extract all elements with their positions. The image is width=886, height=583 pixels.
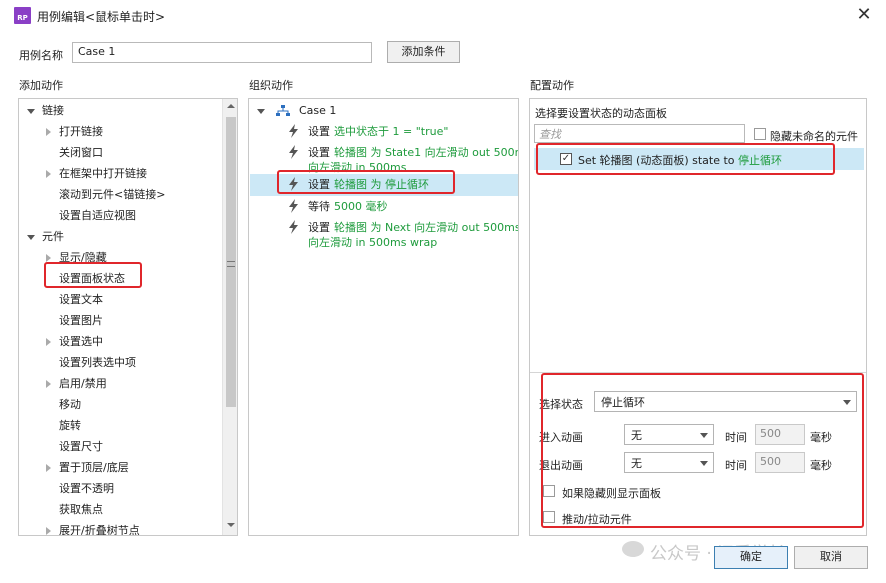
tree-item[interactable]: 旋转 — [46, 415, 81, 436]
add-condition-button[interactable]: 添加条件 — [387, 41, 460, 63]
action-verb: 设置 — [308, 221, 330, 234]
lightning-icon — [289, 199, 298, 213]
action-verb: 设置 — [308, 146, 330, 159]
cancel-button[interactable]: 取消 — [794, 546, 868, 569]
tree-item-label: 设置不透明 — [59, 482, 114, 495]
action-detail: 5000 毫秒 — [334, 200, 388, 213]
tree-item[interactable]: 关闭窗口 — [46, 142, 103, 163]
tree-item[interactable]: 在框架中打开链接 — [46, 163, 147, 184]
tree-item-label: 启用/禁用 — [59, 377, 107, 390]
action-verb: 设置 — [308, 125, 330, 138]
window-title: 用例编辑<鼠标单击时> — [37, 10, 166, 24]
tree-item-label: 链接 — [42, 104, 64, 117]
configure-actions-heading: 配置动作 — [530, 79, 574, 92]
tree-item-label: 获取焦点 — [59, 503, 103, 516]
tree-item[interactable]: 设置列表选中项 — [46, 352, 136, 373]
tree-group[interactable]: 元件 — [27, 226, 64, 247]
tree-item[interactable]: 设置图片 — [46, 310, 103, 331]
tree-item[interactable]: 设置选中 — [46, 331, 103, 352]
axure-app-icon: RP — [14, 7, 31, 24]
action-detail-continued: 向左滑动 in 500ms wrap — [308, 236, 438, 249]
tree-item[interactable]: 设置自适应视图 — [46, 205, 136, 226]
expand-icon[interactable] — [46, 464, 51, 472]
action-verb: 等待 — [308, 200, 330, 213]
tree-item-label: 设置列表选中项 — [59, 356, 136, 369]
collapse-icon[interactable] — [27, 234, 35, 240]
tree-item-label: 设置文本 — [59, 293, 103, 306]
expand-icon[interactable] — [46, 527, 51, 535]
expand-icon[interactable] — [46, 254, 51, 262]
tree-item-label: 设置自适应视图 — [59, 209, 136, 222]
tree-group[interactable]: 链接 — [27, 100, 64, 121]
add-actions-tree: 链接 打开链接 关闭窗口 在框架中打开链接 滚动到元件<锚链接> 设置自适应视图 元件 显示/… — [18, 98, 238, 536]
tree-item[interactable]: 移动 — [46, 394, 81, 415]
action-detail: 轮播图 为 Next 向左滑动 out 500ms — [334, 221, 519, 234]
action-item[interactable]: 设置 选中状态于 1 = "true" — [287, 121, 448, 139]
annotation-box — [277, 170, 455, 194]
tree-item[interactable]: 滚动到元件<锚链接> — [46, 184, 165, 205]
tree-item-label: 元件 — [42, 230, 64, 243]
organize-actions-panel: Case 1 设置 选中状态于 1 = "true" 设置 轮播图 为 State1 … — [248, 98, 519, 536]
lightning-icon — [289, 145, 298, 159]
hide-unnamed-label: 隐藏未命名的元件 — [770, 130, 858, 143]
annotation-box — [541, 373, 864, 528]
tree-item-label: 设置图片 — [59, 314, 103, 327]
wechat-icon — [622, 541, 644, 557]
tree-item[interactable]: 展开/折叠树节点 — [46, 520, 140, 536]
lightning-icon — [289, 220, 298, 234]
tree-item-label: 关闭窗口 — [59, 146, 103, 159]
tree-item[interactable]: 启用/禁用 — [46, 373, 107, 394]
search-input[interactable]: 查找 — [534, 124, 745, 143]
tree-item-label: 打开链接 — [59, 125, 103, 138]
tree-item[interactable]: 设置尺寸 — [46, 436, 103, 457]
close-icon[interactable]: ✕ — [852, 4, 876, 26]
tree-item-label: 设置尺寸 — [59, 440, 103, 453]
tree-scrollbar[interactable] — [222, 99, 237, 535]
select-panel-heading: 选择要设置状态的动态面板 — [535, 107, 667, 120]
tree-item[interactable]: 置于顶层/底层 — [46, 457, 129, 478]
tree-item-label: 置于顶层/底层 — [59, 461, 129, 474]
tree-item-label: 展开/折叠树节点 — [59, 524, 140, 536]
case-name-label: 用例名称 — [19, 49, 63, 62]
expand-icon[interactable] — [46, 170, 51, 178]
hide-unnamed-checkbox[interactable] — [754, 128, 766, 140]
organize-actions-heading: 组织动作 — [249, 79, 293, 92]
annotation-box — [536, 143, 835, 175]
tree-item[interactable]: 打开链接 — [46, 121, 103, 142]
scroll-down-icon[interactable] — [227, 523, 235, 527]
expand-icon[interactable] — [46, 338, 51, 346]
tree-item[interactable]: 设置文本 — [46, 289, 103, 310]
action-item[interactable]: 设置 轮播图 为 Next 向左滑动 out 500ms 向左滑动 in 500ms… — [287, 217, 519, 250]
tree-item[interactable]: 设置不透明 — [46, 478, 114, 499]
tree-item-label: 旋转 — [59, 419, 81, 432]
tree-item-label: 在框架中打开链接 — [59, 167, 147, 180]
tree-item-label: 滚动到元件<锚链接> — [59, 188, 166, 201]
collapse-icon[interactable] — [27, 108, 35, 114]
tree-item[interactable]: 获取焦点 — [46, 499, 103, 520]
case-name-input[interactable]: Case 1 — [72, 42, 372, 63]
action-detail: 选中状态于 1 = "true" — [334, 125, 449, 138]
expand-icon[interactable] — [46, 380, 51, 388]
action-detail: 轮播图 为 State1 向左滑动 out 500ms — [334, 146, 519, 159]
action-item[interactable]: 等待 5000 毫秒 — [287, 196, 388, 214]
scroll-up-icon[interactable] — [227, 104, 235, 108]
grip-icon — [227, 261, 235, 267]
add-actions-heading: 添加动作 — [19, 79, 63, 92]
annotation-box — [44, 262, 142, 288]
tree-item-label: 设置选中 — [59, 335, 103, 348]
tree-item-label: 移动 — [59, 398, 81, 411]
expand-icon[interactable] — [46, 128, 51, 136]
lightning-icon — [289, 124, 298, 138]
ok-button[interactable]: 确定 — [714, 546, 788, 569]
